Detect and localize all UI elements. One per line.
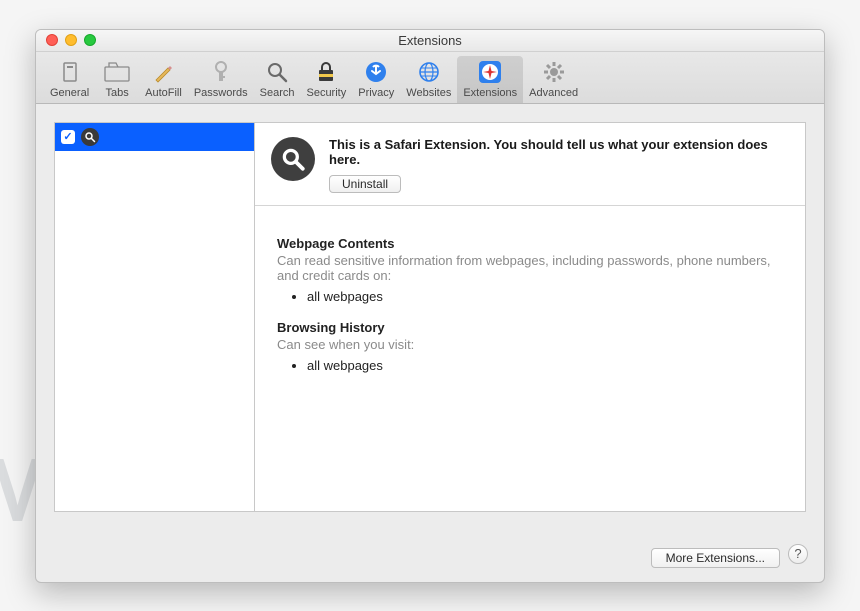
search-icon (263, 58, 291, 86)
general-icon (56, 58, 84, 86)
tab-label: Websites (406, 87, 451, 99)
tab-label: Security (306, 87, 346, 99)
preferences-toolbar: General Tabs AutoFill Passwords Search (36, 52, 824, 104)
tab-label: Advanced (529, 87, 578, 99)
permission-description: Can see when you visit: (277, 337, 783, 352)
more-extensions-button[interactable]: More Extensions... (651, 548, 780, 568)
titlebar: Extensions (36, 30, 824, 52)
window-footer: More Extensions... ? (36, 530, 824, 582)
tab-search[interactable]: Search (254, 56, 301, 103)
extension-icon (81, 128, 99, 146)
extensions-panel: ✓ This is a Safari Extension. You should… (54, 122, 806, 512)
permissions-section: Webpage Contents Can read sensitive info… (255, 206, 805, 399)
tab-label: Search (260, 87, 295, 99)
permission-title: Webpage Contents (277, 236, 783, 251)
extension-large-icon (271, 137, 315, 181)
tab-websites[interactable]: Websites (400, 56, 457, 103)
preferences-window: Extensions General Tabs AutoFill Passwor… (35, 29, 825, 583)
autofill-icon (149, 58, 177, 86)
extensions-icon (476, 58, 504, 86)
tab-label: General (50, 87, 89, 99)
uninstall-button[interactable]: Uninstall (329, 175, 401, 193)
websites-icon (415, 58, 443, 86)
extension-list-item[interactable]: ✓ (55, 123, 254, 151)
window-title: Extensions (36, 33, 824, 48)
tab-label: Extensions (463, 87, 517, 99)
help-button[interactable]: ? (788, 544, 808, 564)
extension-detail: This is a Safari Extension. You should t… (255, 123, 805, 511)
tab-label: Tabs (106, 87, 129, 99)
extension-enable-checkbox[interactable]: ✓ (61, 130, 75, 144)
passwords-icon (207, 58, 235, 86)
tab-autofill[interactable]: AutoFill (139, 56, 188, 103)
extensions-sidebar: ✓ (55, 123, 255, 511)
tab-general[interactable]: General (44, 56, 95, 103)
tab-label: Privacy (358, 87, 394, 99)
advanced-icon (540, 58, 568, 86)
content-area: ✓ This is a Safari Extension. You should… (36, 104, 824, 530)
tab-privacy[interactable]: Privacy (352, 56, 400, 103)
permission-item: all webpages (307, 358, 783, 373)
permission-description: Can read sensitive information from webp… (277, 253, 783, 283)
tabs-icon (103, 58, 131, 86)
tab-extensions[interactable]: Extensions (457, 56, 523, 103)
tab-tabs[interactable]: Tabs (95, 56, 139, 103)
tab-security[interactable]: Security (300, 56, 352, 103)
privacy-icon (362, 58, 390, 86)
detail-header: This is a Safari Extension. You should t… (255, 123, 805, 206)
permission-title: Browsing History (277, 320, 783, 335)
tab-label: Passwords (194, 87, 248, 99)
tab-advanced[interactable]: Advanced (523, 56, 584, 103)
extension-description: This is a Safari Extension. You should t… (329, 137, 789, 167)
tab-passwords[interactable]: Passwords (188, 56, 254, 103)
permission-item: all webpages (307, 289, 783, 304)
security-icon (312, 58, 340, 86)
tab-label: AutoFill (145, 87, 182, 99)
